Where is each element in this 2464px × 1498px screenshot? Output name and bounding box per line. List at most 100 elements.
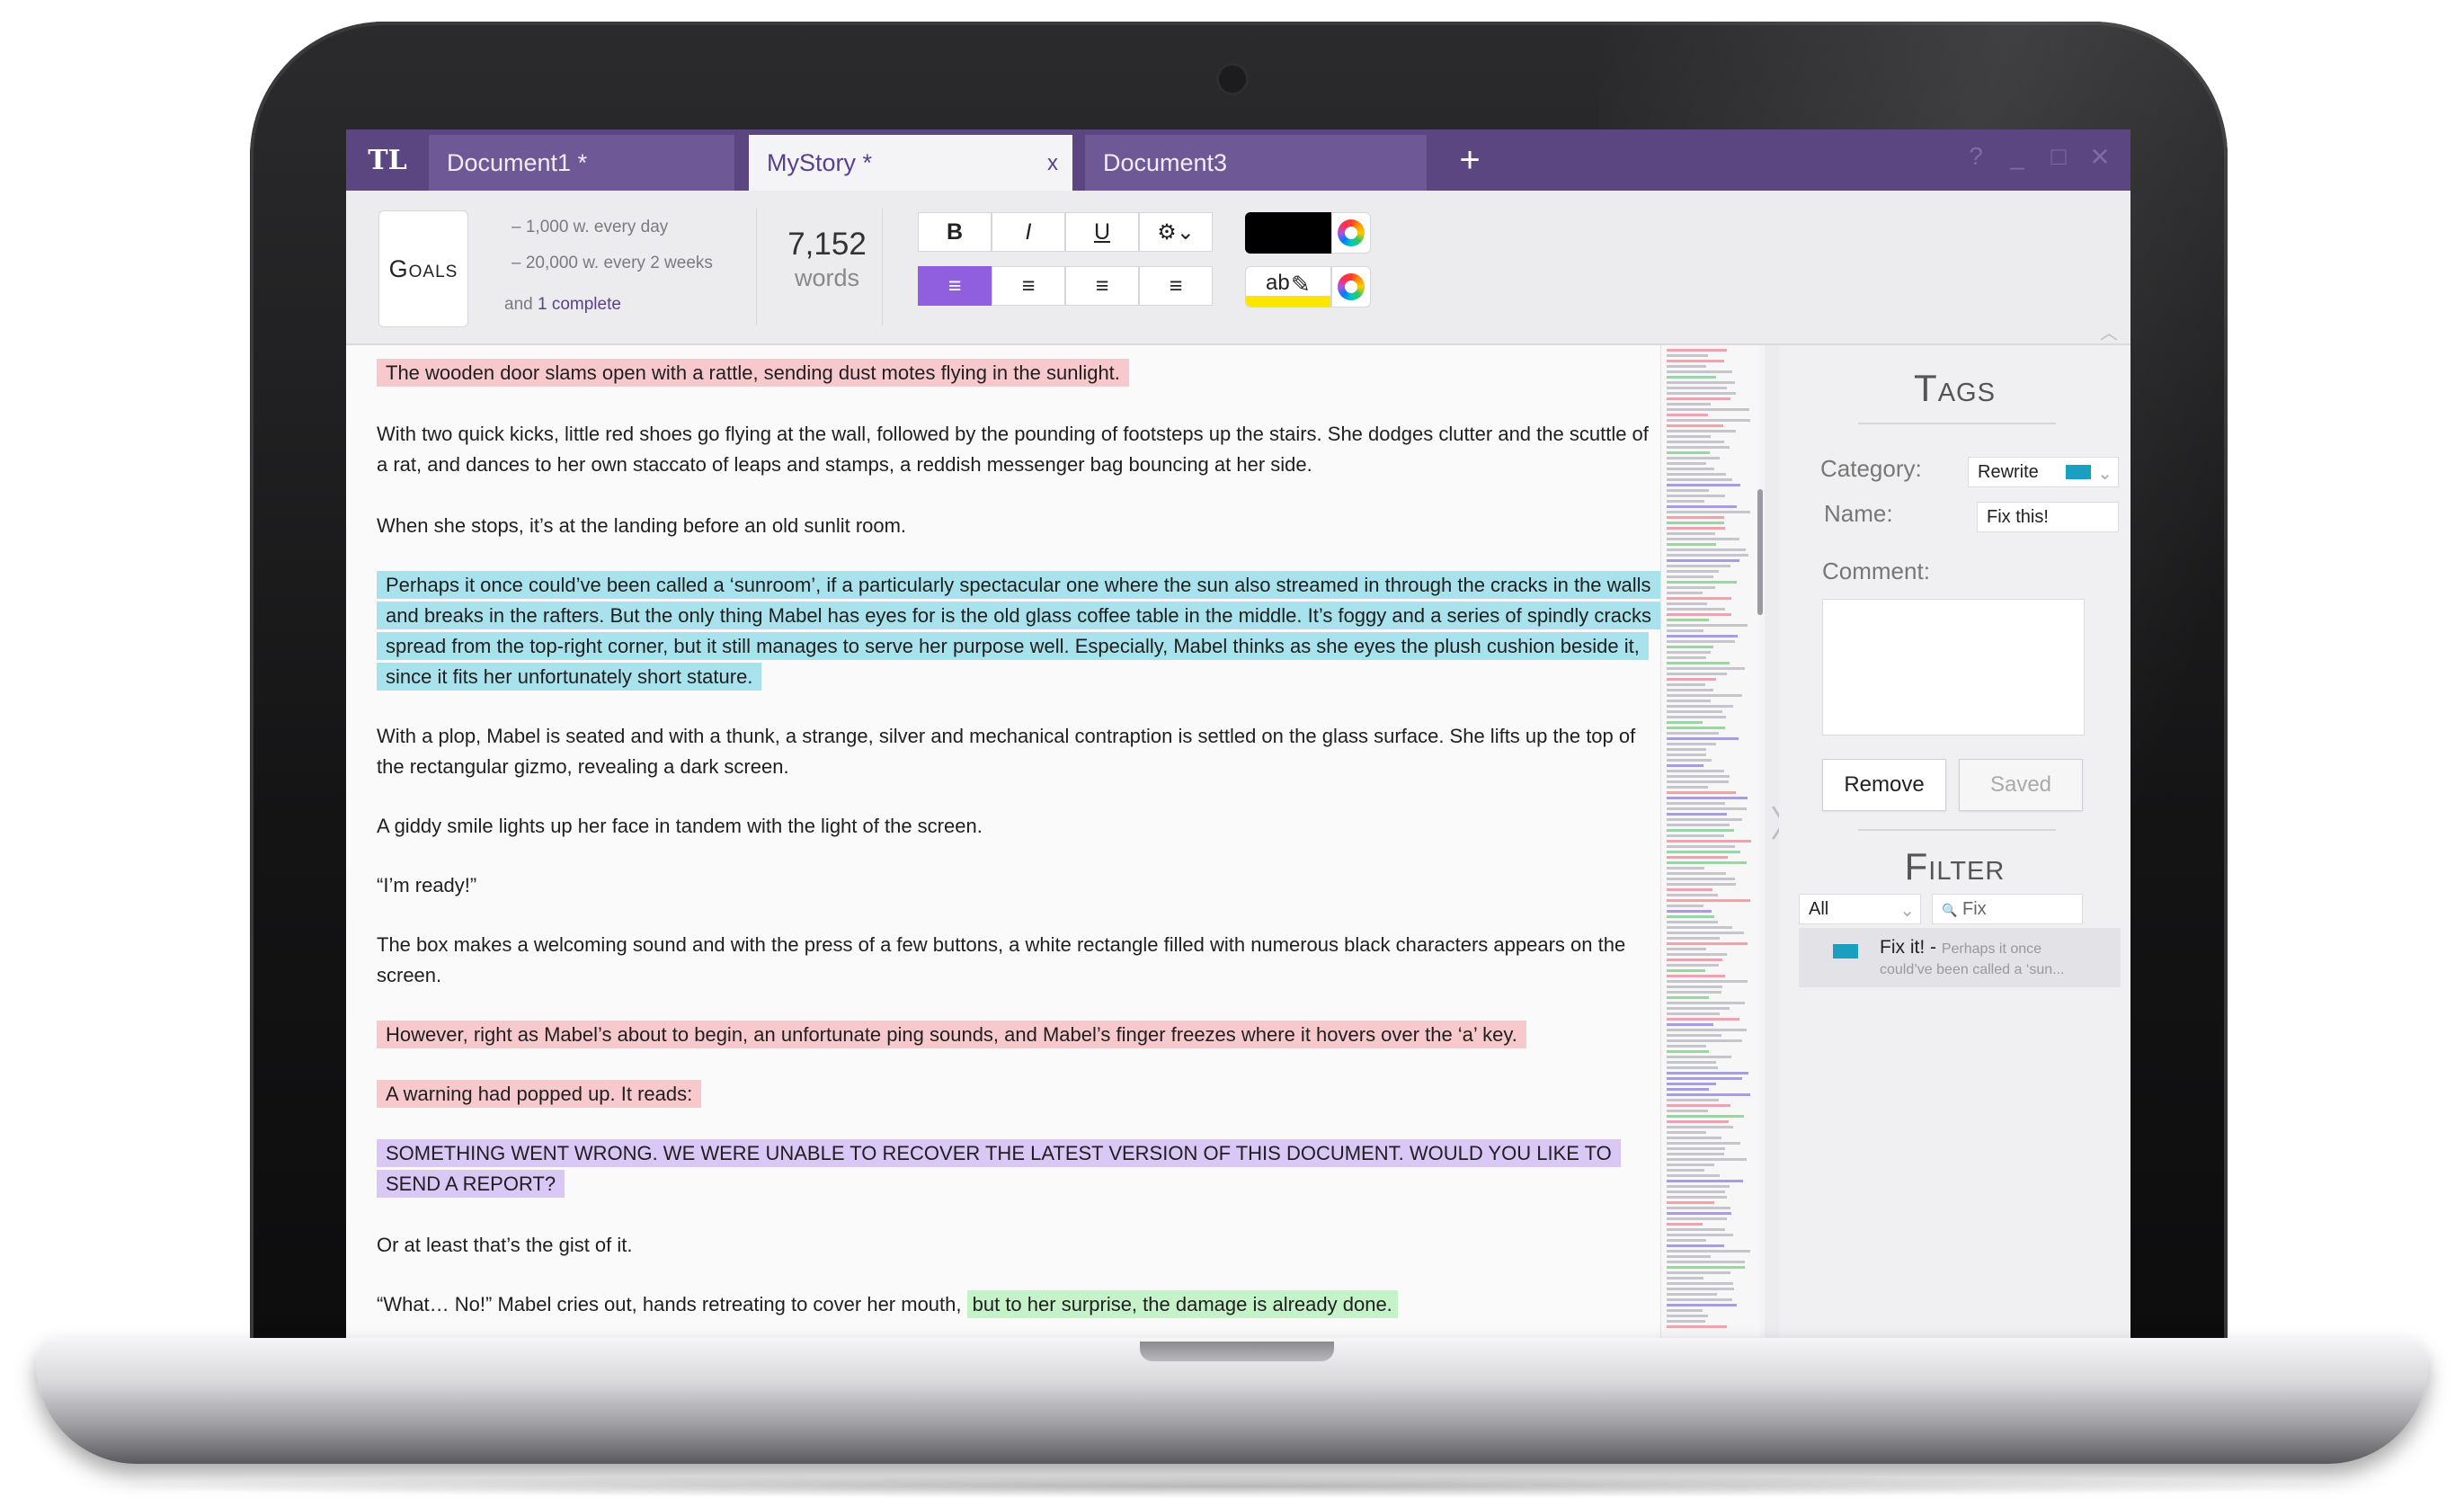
minimap-line bbox=[1667, 1137, 1721, 1139]
tag-name-input[interactable]: Fix this! bbox=[1977, 502, 2119, 532]
laptop-hinge-notch bbox=[1140, 1342, 1334, 1361]
minimap-line bbox=[1667, 1196, 1727, 1199]
webcam bbox=[1216, 63, 1249, 95]
filter-result-item[interactable]: Fix it! - Perhaps it once could’ve been … bbox=[1799, 928, 2121, 987]
minimap-line bbox=[1667, 462, 1706, 465]
goals-complete-link[interactable]: 1 complete bbox=[538, 295, 621, 314]
minimap-line bbox=[1667, 495, 1725, 497]
align-left-button[interactable]: ≡ bbox=[918, 266, 992, 306]
comment-textarea[interactable] bbox=[1822, 599, 2085, 736]
minimap-line bbox=[1667, 1255, 1711, 1258]
tab-mystory[interactable]: MyStory * x bbox=[749, 135, 1072, 191]
color-wheel-icon bbox=[1338, 219, 1365, 246]
align-center-button[interactable]: ≡ bbox=[992, 266, 1065, 306]
minimap-line bbox=[1667, 538, 1739, 540]
minimap-line bbox=[1667, 942, 1748, 945]
maximize-icon[interactable]: □ bbox=[2046, 142, 2071, 172]
minimap-line bbox=[1667, 1131, 1706, 1134]
tab-document3[interactable]: Document3 bbox=[1085, 135, 1427, 191]
filter-search-value: Fix bbox=[1962, 899, 1987, 919]
minimap-line bbox=[1667, 1045, 1706, 1048]
minimap-scrollbar[interactable] bbox=[1757, 489, 1763, 615]
minimap-line bbox=[1667, 1282, 1733, 1285]
name-label: Name: bbox=[1824, 500, 1893, 527]
tagged-text[interactable]: A warning had popped up. It reads: bbox=[377, 1080, 702, 1108]
minimap-line bbox=[1667, 489, 1709, 492]
paragraph: When she stops, it’s at the landing befo… bbox=[377, 511, 1651, 541]
underline-button[interactable]: U bbox=[1065, 212, 1139, 252]
minimap-line bbox=[1667, 435, 1711, 438]
minimap-line bbox=[1667, 354, 1708, 357]
add-tab-button[interactable]: + bbox=[1445, 135, 1495, 185]
remove-button[interactable]: Remove bbox=[1822, 759, 1946, 811]
tagged-text[interactable]: SOMETHING WENT WRONG. WE WERE UNABLE TO … bbox=[377, 1139, 1621, 1198]
paragraph-text: “I’m ready!” bbox=[377, 874, 477, 896]
filter-search-input[interactable]: 🔍 Fix bbox=[1932, 894, 2083, 924]
minimap-line bbox=[1667, 1012, 1720, 1015]
chevron-down-icon: ⌄ bbox=[1899, 901, 1915, 921]
minimap-line bbox=[1667, 996, 1709, 999]
minimap-line bbox=[1667, 689, 1713, 691]
minimap-line bbox=[1667, 985, 1722, 988]
category-select[interactable]: Rewrite ⌄ bbox=[1968, 457, 2119, 487]
align-right-button[interactable]: ≡ bbox=[1065, 266, 1139, 306]
minimap-line bbox=[1667, 1142, 1740, 1145]
bold-button[interactable]: B bbox=[918, 212, 992, 252]
toolbar-divider bbox=[756, 209, 757, 325]
settings-dropdown[interactable]: ⚙⌄ bbox=[1139, 212, 1213, 252]
document-editor[interactable]: The wooden door slams open with a rattle… bbox=[346, 345, 1660, 1338]
minimap-line bbox=[1667, 570, 1719, 573]
collapse-toolbar-icon[interactable]: ︿ bbox=[2100, 318, 2118, 344]
tagged-text[interactable]: The wooden door slams open with a rattle… bbox=[377, 359, 1129, 387]
minimap-line bbox=[1667, 1201, 1714, 1204]
minimap-line bbox=[1667, 592, 1703, 594]
document-minimap[interactable] bbox=[1660, 345, 1760, 1338]
minimap-line bbox=[1667, 646, 1713, 648]
text-color-swatch[interactable] bbox=[1245, 212, 1331, 254]
minimap-line bbox=[1667, 921, 1718, 923]
window-controls: ? _ □ ✕ bbox=[1963, 142, 2113, 172]
highlight-color-swatch[interactable]: ab ✎ bbox=[1245, 266, 1331, 308]
minimap-line bbox=[1667, 387, 1727, 389]
floor-shadow bbox=[54, 1475, 2409, 1498]
minimap-line bbox=[1667, 419, 1750, 422]
app-window: TL Document1 * MyStory * x Document3 + ?… bbox=[346, 129, 2130, 1338]
paragraph-text: With two quick kicks, little red shoes g… bbox=[377, 423, 1649, 476]
minimap-line bbox=[1667, 505, 1737, 508]
minimap-line bbox=[1667, 586, 1715, 589]
minimap-line bbox=[1667, 1093, 1750, 1096]
minimap-line bbox=[1667, 468, 1714, 470]
minimap-line bbox=[1667, 748, 1706, 751]
tab-document1[interactable]: Document1 * bbox=[429, 135, 734, 191]
minimize-icon[interactable]: _ bbox=[2005, 142, 2030, 172]
minimap-line bbox=[1667, 619, 1709, 621]
close-icon[interactable]: ✕ bbox=[2087, 142, 2113, 172]
minimap-line bbox=[1667, 824, 1730, 826]
minimap-line bbox=[1667, 667, 1745, 670]
tagged-text[interactable]: but to her surprise, the damage is alrea… bbox=[966, 1290, 1398, 1318]
minimap-line bbox=[1667, 926, 1732, 929]
highlight-color-picker[interactable] bbox=[1331, 266, 1371, 308]
saved-button[interactable]: Saved bbox=[1959, 759, 2083, 811]
minimap-line bbox=[1667, 732, 1719, 735]
minimap-line bbox=[1667, 1217, 1727, 1220]
minimap-line bbox=[1667, 629, 1703, 632]
help-icon[interactable]: ? bbox=[1963, 142, 1988, 172]
paragraph: The box makes a welcoming sound and with… bbox=[377, 930, 1651, 991]
minimap-line bbox=[1667, 548, 1746, 551]
filter-category-select[interactable]: All ⌄ bbox=[1799, 894, 1921, 924]
minimap-line bbox=[1667, 770, 1724, 772]
paragraph-text: With a plop, Mabel is seated and with a … bbox=[377, 725, 1636, 778]
minimap-line bbox=[1667, 1034, 1721, 1037]
minimap-line bbox=[1667, 1266, 1745, 1269]
comment-label: Comment: bbox=[1822, 557, 1930, 584]
tagged-text[interactable]: Perhaps it once could’ve been called a ‘… bbox=[377, 571, 1660, 691]
align-justify-button[interactable]: ≡ bbox=[1139, 266, 1213, 306]
italic-button[interactable]: I bbox=[992, 212, 1065, 252]
minimap-line bbox=[1667, 559, 1739, 562]
tagged-text[interactable]: However, right as Mabel’s about to begin… bbox=[377, 1021, 1526, 1048]
chevron-down-icon: ⌄ bbox=[2097, 464, 2113, 484]
goals-button[interactable]: Goals bbox=[378, 210, 468, 327]
tab-close-icon[interactable]: x bbox=[1047, 151, 1058, 176]
text-color-picker[interactable] bbox=[1331, 212, 1371, 254]
